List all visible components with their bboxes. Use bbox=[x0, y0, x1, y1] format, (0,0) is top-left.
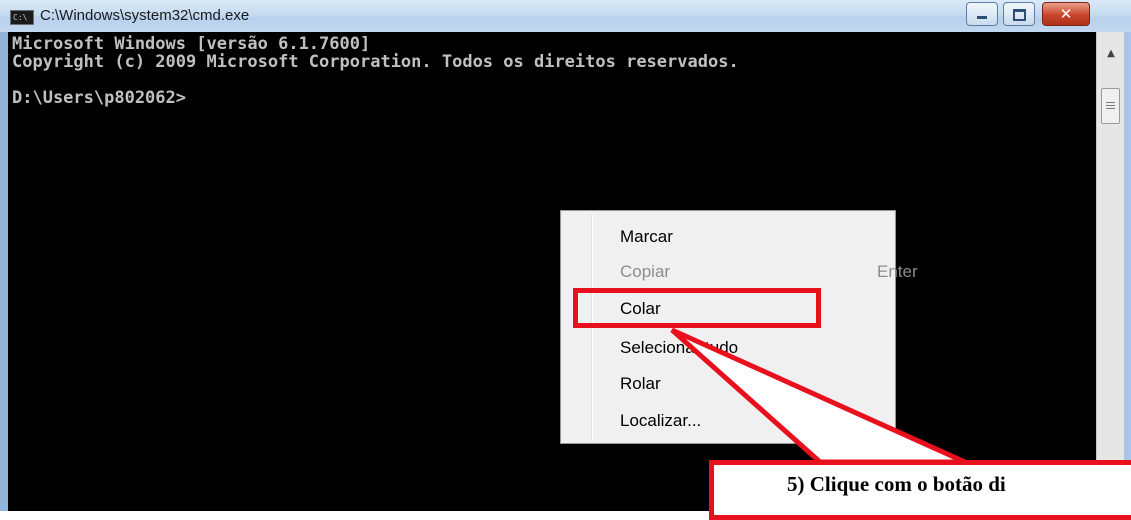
annotation-callout-box: 5) Clique com o botão di bbox=[709, 460, 1131, 520]
callout-instruction-text: 5) Clique com o botão di bbox=[787, 472, 1006, 496]
callout-pointer-arrow bbox=[670, 327, 967, 465]
